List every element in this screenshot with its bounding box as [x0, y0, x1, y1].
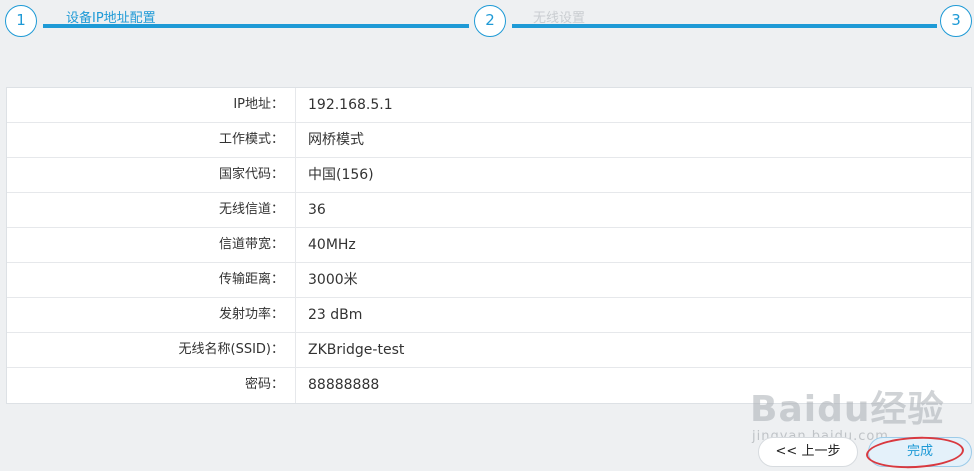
- step-1-label: 设备IP地址配置: [66, 11, 156, 26]
- table-row: 信道带宽： 40MHz: [7, 228, 971, 263]
- row-value: 3000米: [308, 272, 358, 288]
- finish-button[interactable]: 完成: [868, 437, 972, 467]
- row-label: 传输距离：: [7, 263, 296, 297]
- row-label: 无线信道：: [7, 193, 296, 227]
- row-label: 无线名称(SSID)：: [7, 333, 296, 367]
- row-value: 40MHz: [308, 237, 356, 253]
- table-row: 国家代码： 中国(156): [7, 158, 971, 193]
- row-value: 36: [308, 202, 326, 218]
- table-row: IP地址： 192.168.5.1: [7, 88, 971, 123]
- table-row: 发射功率： 23 dBm: [7, 298, 971, 333]
- row-label: 密码：: [7, 368, 296, 403]
- row-label: IP地址：: [7, 88, 296, 122]
- row-value: 中国(156): [308, 167, 374, 183]
- previous-step-button[interactable]: << 上一步: [758, 437, 858, 467]
- row-label: 发射功率：: [7, 298, 296, 332]
- table-row: 传输距离： 3000米: [7, 263, 971, 298]
- row-value: 23 dBm: [308, 307, 363, 323]
- row-value: 192.168.5.1: [308, 97, 393, 113]
- row-label: 国家代码：: [7, 158, 296, 192]
- row-value: 网桥模式: [308, 132, 364, 148]
- step-2-circle: 2: [474, 5, 506, 37]
- row-value: 88888888: [308, 377, 380, 393]
- config-summary-table: IP地址： 192.168.5.1 工作模式： 网桥模式 国家代码： 中国(15…: [6, 87, 972, 404]
- row-value: ZKBridge-test: [308, 342, 405, 358]
- table-row: 无线名称(SSID)： ZKBridge-test: [7, 333, 971, 368]
- row-label: 信道带宽：: [7, 228, 296, 262]
- table-row: 密码： 88888888: [7, 368, 971, 403]
- step-1-circle: 1: [5, 5, 37, 37]
- step-3-circle: 3: [940, 5, 972, 37]
- table-row: 无线信道： 36: [7, 193, 971, 228]
- row-label: 工作模式：: [7, 123, 296, 157]
- table-row: 工作模式： 网桥模式: [7, 123, 971, 158]
- step-2-label: 无线设置: [533, 11, 586, 26]
